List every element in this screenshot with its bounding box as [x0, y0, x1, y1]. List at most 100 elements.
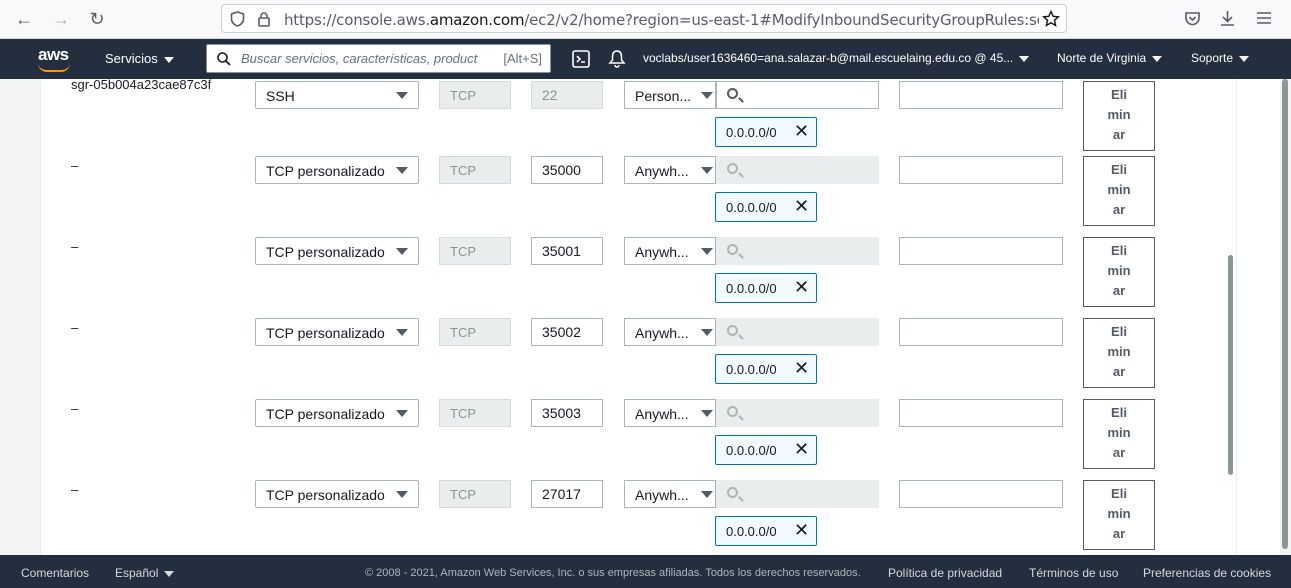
port-range-input: 22: [531, 81, 603, 109]
description-input[interactable]: [899, 81, 1063, 109]
protocol-field: TCP: [439, 399, 511, 427]
protocol-field: TCP: [439, 81, 511, 109]
pocket-icon[interactable]: [1184, 10, 1201, 27]
cidr-search-input[interactable]: [716, 480, 879, 508]
chevron-down-icon: [1019, 55, 1030, 62]
search-input[interactable]: Buscar servicios, características, produ…: [206, 44, 551, 73]
close-icon[interactable]: ✕: [794, 520, 809, 541]
description-input[interactable]: [899, 156, 1063, 184]
delete-label-line: Eli: [1111, 324, 1127, 339]
source-type-select[interactable]: Anywh...: [624, 318, 716, 346]
cidr-token: 0.0.0.0/0 ✕: [715, 354, 817, 384]
region-menu[interactable]: Norte de Virginia: [1057, 51, 1163, 65]
rule-type-select[interactable]: TCP personalizado: [255, 156, 419, 184]
close-icon[interactable]: ✕: [794, 439, 809, 460]
notifications-bell-icon[interactable]: [608, 49, 626, 68]
delete-rule-button[interactable]: Eli min ar: [1083, 399, 1155, 469]
rule-type-value: TCP personalizado: [266, 487, 385, 503]
cidr-search-input[interactable]: [716, 237, 879, 265]
description-input[interactable]: [899, 318, 1063, 346]
source-type-select[interactable]: Person...: [624, 81, 716, 109]
port-range-input[interactable]: 35002: [531, 318, 603, 346]
close-icon[interactable]: ✕: [794, 358, 809, 379]
delete-label-line: ar: [1112, 283, 1126, 298]
menu-icon[interactable]: [1256, 11, 1272, 25]
download-icon[interactable]: [1219, 9, 1236, 27]
port-range-input[interactable]: 35000: [531, 156, 603, 184]
rule-type-value: TCP personalizado: [266, 163, 385, 179]
source-type-value: Anywh...: [635, 163, 689, 179]
delete-label-line: min: [1107, 182, 1131, 197]
cookie-preferences-link[interactable]: Preferencias de cookies: [1143, 566, 1271, 580]
rule-type-value: TCP personalizado: [266, 406, 385, 422]
rule-id: –: [71, 158, 79, 173]
delete-rule-button[interactable]: Eli min ar: [1083, 318, 1155, 388]
services-menu[interactable]: Servicios: [105, 51, 174, 66]
rule-type-select[interactable]: TCP personalizado: [255, 480, 419, 508]
cidr-search-input[interactable]: [716, 399, 879, 427]
rule-type-value: TCP personalizado: [266, 325, 385, 341]
delete-label-line: min: [1107, 425, 1131, 440]
search-icon: [727, 88, 738, 99]
caret-down-icon: [701, 491, 713, 498]
delete-rule-button[interactable]: Eli min ar: [1083, 480, 1155, 550]
description-input[interactable]: [899, 237, 1063, 265]
rule-row: – TCP personalizado TCP 35003 Anywh... 0…: [41, 399, 1236, 480]
back-icon[interactable]: ←: [13, 8, 35, 30]
rule-type-select[interactable]: TCP personalizado: [255, 318, 419, 346]
port-range-input[interactable]: 35003: [531, 399, 603, 427]
description-input[interactable]: [899, 480, 1063, 508]
account-menu[interactable]: voclabs/user1636460=ana.salazar-b@mail.e…: [643, 51, 1030, 65]
port-range-input[interactable]: 27017: [531, 480, 603, 508]
cidr-token-value: 0.0.0.0/0: [726, 200, 777, 215]
rule-type-select[interactable]: SSH: [255, 81, 419, 109]
delete-rule-button[interactable]: Eli min ar: [1083, 81, 1155, 151]
source-type-select[interactable]: Anywh...: [624, 237, 716, 265]
panel-scrollbar[interactable]: [1228, 255, 1233, 475]
close-icon[interactable]: ✕: [794, 277, 809, 298]
cidr-search-input[interactable]: [716, 156, 879, 184]
caret-down-icon: [701, 410, 713, 417]
cidr-search-input[interactable]: [716, 81, 879, 109]
cidr-token-value: 0.0.0.0/0: [726, 443, 777, 458]
close-icon[interactable]: ✕: [794, 121, 809, 142]
search-placeholder: Buscar servicios, características, produ…: [241, 51, 478, 66]
chevron-down-icon: [1239, 55, 1250, 62]
cidr-token: 0.0.0.0/0 ✕: [715, 516, 817, 546]
terms-link[interactable]: Términos de uso: [1029, 566, 1118, 580]
rule-id: –: [71, 320, 79, 335]
description-input[interactable]: [899, 399, 1063, 427]
rule-type-select[interactable]: TCP personalizado: [255, 237, 419, 265]
rule-id: –: [71, 239, 79, 254]
bookmark-star-icon[interactable]: [1042, 10, 1060, 28]
reload-icon[interactable]: ↻: [86, 8, 108, 30]
delete-label-line: ar: [1112, 202, 1126, 217]
delete-rule-button[interactable]: Eli min ar: [1083, 156, 1155, 226]
forward-icon[interactable]: →: [50, 8, 72, 30]
delete-label-line: Eli: [1111, 87, 1127, 102]
rule-type-select[interactable]: TCP personalizado: [255, 399, 419, 427]
rule-type-value: SSH: [266, 88, 295, 104]
caret-down-icon: [396, 248, 408, 255]
caret-down-icon: [701, 248, 713, 255]
source-type-select[interactable]: Anywh...: [624, 156, 716, 184]
rule-row: – TCP personalizado TCP 35002 Anywh... 0…: [41, 318, 1236, 399]
feedback-link[interactable]: Comentarios: [21, 566, 89, 580]
source-type-select[interactable]: Anywh...: [624, 480, 716, 508]
cloudshell-icon[interactable]: [572, 50, 590, 68]
privacy-link[interactable]: Política de privacidad: [888, 566, 1002, 580]
address-bar[interactable]: https://console.aws.amazon.com/ec2/v2/ho…: [221, 4, 1067, 33]
port-range-input[interactable]: 35001: [531, 237, 603, 265]
delete-label-line: Eli: [1111, 405, 1127, 420]
caret-down-icon: [701, 167, 713, 174]
close-icon[interactable]: ✕: [794, 196, 809, 217]
caret-down-icon: [396, 410, 408, 417]
aws-logo[interactable]: aws: [38, 45, 69, 65]
support-menu[interactable]: Soporte: [1191, 51, 1250, 65]
page-scrollbar[interactable]: [1282, 79, 1288, 549]
source-type-select[interactable]: Anywh...: [624, 399, 716, 427]
cidr-search-input[interactable]: [716, 318, 879, 346]
delete-rule-button[interactable]: Eli min ar: [1083, 237, 1155, 307]
cidr-token-value: 0.0.0.0/0: [726, 281, 777, 296]
language-selector[interactable]: Español: [115, 566, 175, 580]
